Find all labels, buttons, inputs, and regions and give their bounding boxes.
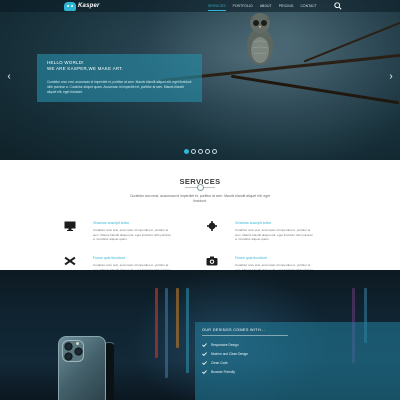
feature-label: Responsive Design — [211, 342, 239, 347]
chevron-right-icon[interactable]: › — [387, 72, 395, 82]
monitor-icon — [64, 221, 76, 231]
slider-dot-2[interactable] — [191, 149, 196, 154]
camera-lens — [64, 352, 73, 361]
owl-illustration — [247, 13, 273, 65]
hero-caption: Hello World! We are Kasper,We make art. … — [37, 54, 202, 102]
service-item: Vivamus suscipit tortor Curabitur arcu e… — [206, 221, 316, 251]
service-title[interactable]: Fusce quis tincidunt — [235, 256, 267, 261]
service-title[interactable]: Vivamus suscipit tortor — [93, 221, 129, 226]
phone-body — [58, 336, 106, 400]
hero-headline: We are Kasper,We make art. — [47, 66, 124, 71]
logo[interactable]: Kasper — [64, 2, 104, 11]
service-title[interactable]: Vivamus suscipit tortor — [235, 221, 271, 226]
logo-icon — [64, 2, 76, 11]
feature-item: Clean Code — [202, 358, 400, 367]
decor-stripe — [186, 288, 189, 373]
services-section: SERVICES Curabitur arcu erat, accumsan i… — [0, 160, 400, 276]
features-panel: Our Desings Comes With... Responsive Des… — [195, 322, 400, 400]
top-navbar: Kasper Services Portfolio About Pricing … — [0, 0, 400, 12]
camera-lens — [64, 342, 73, 351]
service-text: Curabitur arcu erat, accumsan id imperdi… — [93, 228, 171, 242]
feature-label: Modern and Clean Design — [211, 351, 249, 356]
slider-dots — [184, 149, 217, 154]
phone-image — [58, 336, 114, 400]
decor-stripe — [165, 288, 168, 378]
features-title: Our Desings Comes With... — [202, 328, 265, 332]
feature-item: Browser Friendly — [202, 367, 400, 376]
slider-dot-4[interactable] — [205, 149, 210, 154]
logo-text: Kasper — [78, 3, 100, 9]
services-intro: Curabitur arcu erat, accumsan id imperdi… — [129, 194, 271, 203]
camera-flash — [76, 342, 79, 345]
section-divider — [185, 184, 215, 191]
nav-menu: Services Portfolio About Pricing Contact — [208, 3, 317, 11]
nav-link-about[interactable]: About — [260, 3, 272, 11]
decor-stripe — [176, 288, 179, 348]
hero-description: Curabitur arcu erat, accumsan id imperdi… — [47, 80, 192, 94]
check-icon — [202, 369, 207, 374]
tools-icon — [64, 256, 76, 266]
search-icon[interactable] — [334, 2, 342, 10]
feature-label: Clean Code — [211, 360, 228, 365]
slider-dot-1[interactable] — [184, 149, 189, 154]
camera-lens — [74, 347, 83, 356]
nav-link-pricing[interactable]: Pricing — [279, 3, 294, 11]
camera-icon — [206, 256, 218, 266]
check-icon — [202, 342, 207, 347]
feature-item: Modern and Clean Design — [202, 349, 400, 358]
feature-item: Responsive Design — [202, 340, 400, 349]
decor-stripe — [155, 288, 158, 358]
slider-dot-3[interactable] — [198, 149, 203, 154]
nav-link-services[interactable]: Services — [208, 3, 226, 11]
service-item: Vivamus suscipit tortor Curabitur arcu e… — [64, 221, 174, 251]
camera-module — [62, 340, 84, 362]
service-text: Curabitur arcu erat, accumsan id imperdi… — [235, 228, 313, 242]
features-divider — [202, 335, 288, 336]
nav-link-portfolio[interactable]: Portfolio — [233, 3, 253, 11]
chevron-left-icon[interactable]: ‹ — [5, 72, 13, 82]
check-icon — [202, 351, 207, 356]
nav-link-contact[interactable]: Contact — [301, 3, 318, 11]
gear-icon — [206, 221, 218, 231]
feature-label: Browser Friendly — [211, 369, 235, 374]
slider-dot-5[interactable] — [212, 149, 217, 154]
hero-slider: Kasper Services Portfolio About Pricing … — [0, 0, 400, 160]
service-title[interactable]: Fusce quis tincidunt — [93, 256, 125, 261]
check-icon — [202, 360, 207, 365]
